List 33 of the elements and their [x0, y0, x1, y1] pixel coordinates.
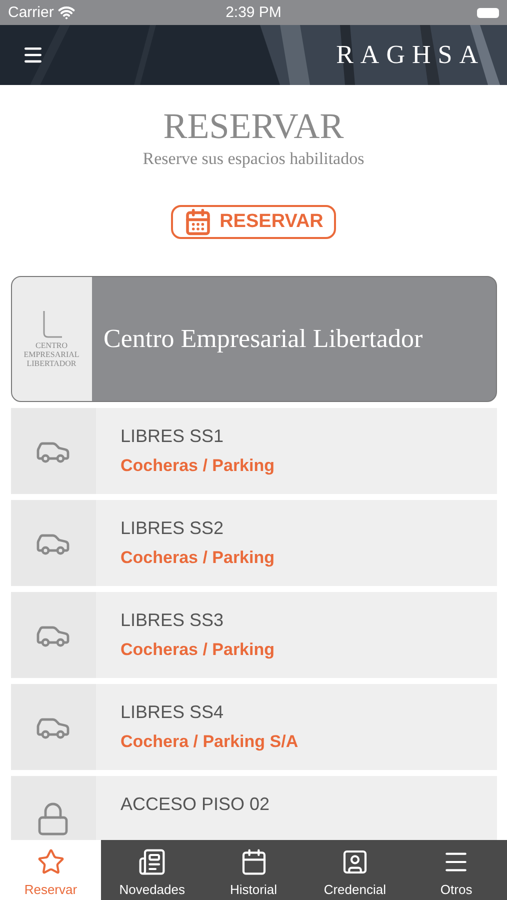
space-type: Cocheras / Parking — [120, 456, 275, 476]
status-time: 2:39 PM — [226, 4, 282, 21]
page-subtitle: Reserve sus espacios habilitados — [142, 149, 364, 169]
building-name: Centro Empresarial Libertador — [102, 323, 424, 355]
tab-item[interactable]: Credencial — [304, 840, 406, 900]
space-type: Cochera / Parking S/A — [120, 732, 298, 752]
building-card[interactable]: CENTRO EMPRESARIAL LIBERTADOR Centro Empresarial Libertador — [10, 276, 496, 402]
space-row[interactable]: LIBRES SS4 Cochera / Parking S/A — [10, 684, 496, 770]
space-row[interactable]: LIBRES SS2 Cocheras / Parking — [10, 500, 496, 586]
carrier-name: Carrier — [8, 4, 54, 21]
badge-icon — [340, 848, 369, 876]
calendar-icon — [240, 848, 268, 876]
space-type: Cocheras / Parking — [120, 640, 275, 660]
tab-item[interactable]: Novedades — [101, 840, 203, 900]
page-title: RESERVAR — [163, 105, 344, 147]
space-type: Cocheras / Parking — [120, 548, 275, 568]
tab-item[interactable]: Otros — [406, 840, 507, 900]
tab-item[interactable]: Historial — [202, 840, 304, 900]
space-title: LIBRES SS1 — [120, 426, 225, 447]
calendar-icon — [184, 208, 212, 236]
space-title: LIBRES SS4 — [120, 702, 225, 723]
space-title: LIBRES SS3 — [120, 610, 225, 631]
space-title: LIBRES SS2 — [120, 518, 225, 539]
brand-logo: RAGHSA — [336, 40, 485, 70]
building-logo: CENTRO EMPRESARIAL LIBERTADOR — [12, 277, 92, 401]
space-row[interactable]: LIBRES SS3 Cocheras / Parking — [10, 592, 496, 678]
wifi-icon — [58, 4, 75, 21]
space-title: ACCESO PISO 02 — [120, 794, 270, 815]
newspaper-icon — [138, 848, 166, 876]
battery-icon — [477, 8, 499, 18]
space-row[interactable]: ACCESO PISO 02 — [10, 776, 496, 840]
star-icon — [36, 848, 65, 876]
space-row[interactable]: LIBRES SS1 Cocheras / Parking — [10, 408, 496, 494]
